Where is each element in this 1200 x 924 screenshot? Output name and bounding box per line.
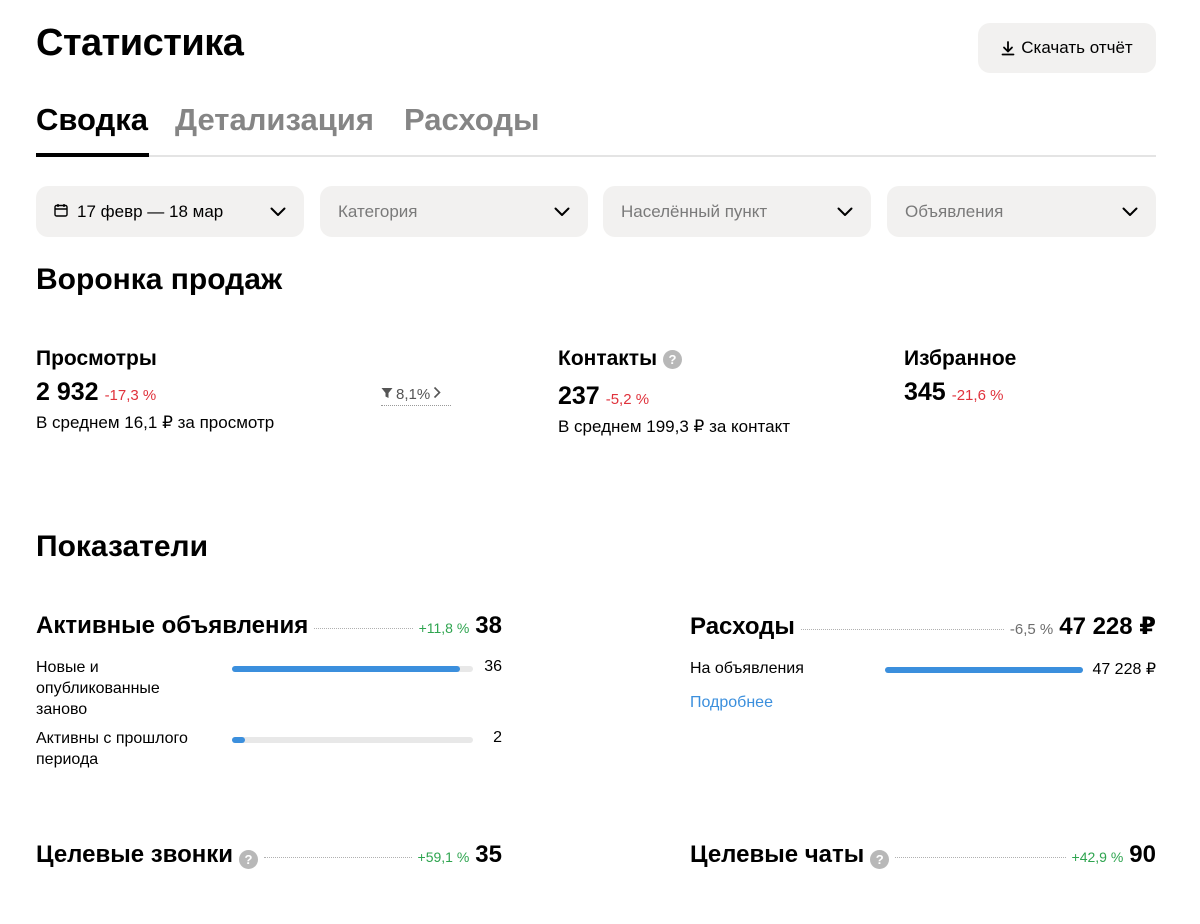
- prev-period-ads-bar: [232, 737, 473, 743]
- city-select[interactable]: Населённый пункт: [603, 186, 871, 237]
- views-metric: 2 932 -17,3 %: [36, 378, 156, 407]
- ads-expenses-bar: [885, 667, 1083, 673]
- date-range-value: 17 февр — 18 мар: [77, 201, 224, 221]
- ads-expenses-label: На объявления: [690, 660, 804, 677]
- new-ads-label: Новые и опубликованные заново: [36, 659, 160, 718]
- contacts-sub: В среднем 199,3 ₽ за контакт: [558, 417, 790, 436]
- dotted-leader: [895, 857, 1066, 858]
- target-chats-change: +42,9 %: [1071, 849, 1124, 865]
- help-icon[interactable]: ?: [663, 349, 683, 369]
- new-ads-value: 36: [484, 658, 502, 675]
- ads-select[interactable]: Объявления: [887, 186, 1156, 237]
- favorites-value: 345: [904, 378, 946, 406]
- target-calls-change: +59,1 %: [417, 849, 470, 865]
- expenses-details-link[interactable]: Подробнее: [690, 694, 773, 712]
- expenses-label: Расходы: [690, 613, 795, 640]
- target-calls-label: Целевые звонки: [36, 841, 234, 868]
- active-ads-label: Активные объявления: [36, 612, 309, 639]
- prev-period-ads-label: Активны с прошлого периода: [36, 730, 188, 768]
- funnel-icon: [381, 386, 393, 403]
- target-calls-header: Целевые звонки ? +59,1 % 35: [36, 841, 502, 869]
- active-tab-indicator: [36, 153, 149, 157]
- dotted-leader: [264, 857, 412, 858]
- tab-expenses[interactable]: Расходы: [404, 102, 540, 138]
- contacts-label-text: Контакты: [558, 347, 658, 370]
- favorites-metric: 345 -21,6 %: [904, 378, 1003, 407]
- views-conversion-link[interactable]: 8,1%: [381, 384, 451, 406]
- expenses-change: -6,5 %: [1009, 621, 1054, 638]
- chevron-down-icon: [554, 202, 570, 222]
- download-report-label: Скачать отчёт: [1021, 38, 1133, 57]
- target-chats-header: Целевые чаты ? +42,9 % 90: [690, 841, 1156, 869]
- active-ads-header: Активные объявления +11,8 % 38: [36, 612, 502, 640]
- contacts-change: -5,2 %: [605, 391, 650, 408]
- views-conversion: 8,1%: [396, 386, 431, 403]
- download-icon: [1001, 40, 1015, 56]
- expenses-value: 47 228 ₽: [1059, 613, 1156, 640]
- views-label: Просмотры: [36, 347, 157, 371]
- help-icon[interactable]: ?: [870, 850, 890, 869]
- views-sub: В среднем 16,1 ₽ за просмотр: [36, 413, 275, 432]
- favorites-label-text: Избранное: [904, 347, 1017, 370]
- expenses-header: Расходы -6,5 % 47 228 ₽: [690, 612, 1156, 641]
- dotted-leader: [800, 629, 1004, 630]
- target-chats-label: Целевые чаты: [690, 841, 865, 868]
- chevron-down-icon: [837, 202, 853, 222]
- contacts-value: 237: [558, 382, 600, 410]
- active-ads-value: 38: [475, 612, 502, 639]
- chevron-down-icon: [1122, 202, 1138, 222]
- ads-placeholder: Объявления: [905, 201, 1004, 221]
- active-ads-change: +11,8 %: [418, 620, 470, 636]
- new-ads-bar: [232, 666, 473, 672]
- indicators-title: Показатели: [36, 530, 209, 563]
- tab-bar: Сводка Детализация Расходы: [36, 96, 1156, 157]
- tab-summary[interactable]: Сводка: [36, 102, 148, 138]
- views-label-text: Просмотры: [36, 347, 157, 370]
- ads-expenses-bar-fill: [885, 667, 1083, 673]
- ads-expenses-value: 47 228 ₽: [1092, 661, 1156, 678]
- download-report-button[interactable]: Скачать отчёт: [978, 23, 1156, 73]
- views-change: -17,3 %: [104, 387, 157, 404]
- favorites-change: -21,6 %: [951, 387, 1004, 404]
- chevron-down-icon: [270, 202, 286, 222]
- favorites-label: Избранное: [904, 347, 1016, 371]
- funnel-title: Воронка продаж: [36, 263, 283, 296]
- page-title: Статистика: [36, 22, 244, 64]
- target-calls-value: 35: [475, 841, 502, 868]
- new-ads-bar-fill: [232, 666, 461, 672]
- contacts-metric: 237 -5,2 %: [558, 382, 649, 411]
- category-placeholder: Категория: [338, 201, 418, 221]
- views-value: 2 932: [36, 378, 99, 406]
- help-icon[interactable]: ?: [239, 850, 259, 869]
- tab-details[interactable]: Детализация: [175, 102, 374, 138]
- dotted-leader: [314, 628, 413, 629]
- prev-period-ads-bar-fill: [232, 737, 245, 743]
- calendar-icon: [54, 202, 68, 222]
- prev-period-ads-value: 2: [493, 729, 502, 746]
- date-range-select[interactable]: 17 февр — 18 мар: [36, 186, 304, 237]
- category-select[interactable]: Категория: [320, 186, 588, 237]
- contacts-label: Контакты ?: [558, 347, 683, 371]
- target-chats-value: 90: [1129, 841, 1156, 868]
- chevron-right-icon: [433, 386, 441, 403]
- city-placeholder: Населённый пункт: [621, 201, 768, 221]
